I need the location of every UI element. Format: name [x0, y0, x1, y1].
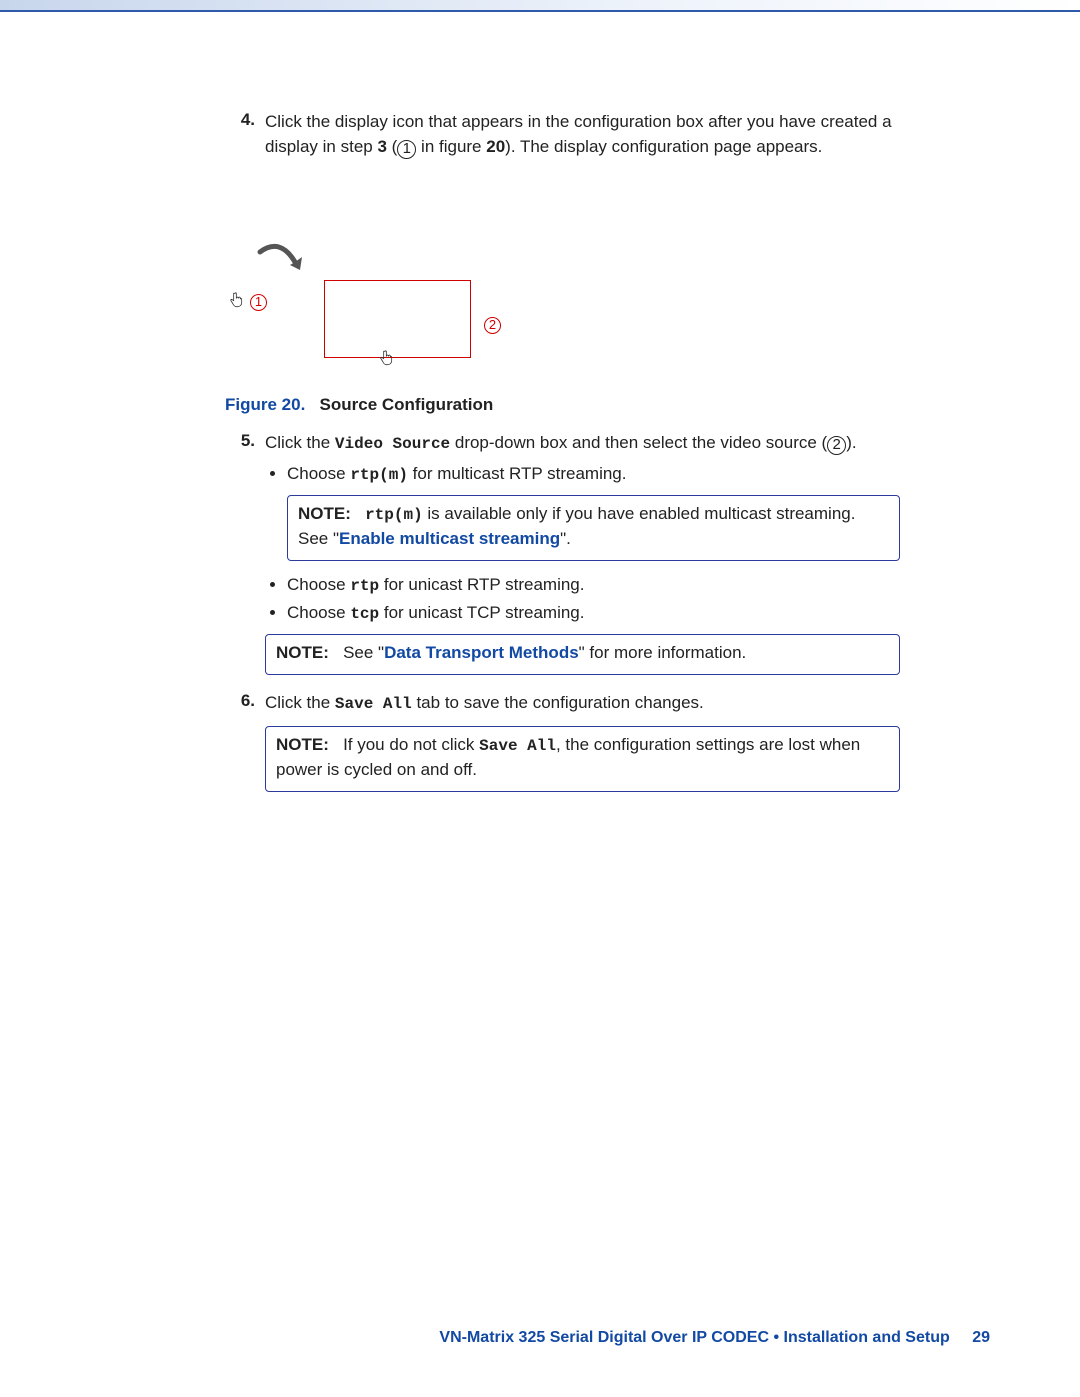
- b1-before: Choose: [287, 464, 350, 483]
- note-label-3: NOTE:: [276, 735, 329, 754]
- page-footer: VN-Matrix 325 Serial Digital Over IP COD…: [439, 1329, 990, 1347]
- note-transport: NOTE: See "Data Transport Methods" for m…: [265, 634, 900, 675]
- step-4-bold-fig: 20: [486, 137, 505, 156]
- step-4-mid: in figure: [416, 137, 486, 156]
- step-4: 4. Click the display icon that appears i…: [220, 110, 900, 159]
- callout-2: 2: [484, 317, 501, 334]
- step-6-code: Save All: [335, 695, 412, 713]
- step-5-code-1: Video Source: [335, 435, 450, 453]
- step-5-bullets: Choose rtp(m) for multicast RTP streamin…: [265, 460, 900, 489]
- note2-before: See ": [343, 643, 384, 662]
- figure-title: Source Configuration: [320, 395, 494, 414]
- step-6-text-b: tab to save the configuration changes.: [412, 693, 704, 712]
- step-4-paren: (: [387, 137, 397, 156]
- callout-1: 1: [250, 294, 267, 311]
- footer-page-number: 29: [972, 1329, 990, 1346]
- b1-after: for multicast RTP streaming.: [408, 464, 627, 483]
- step-5-number: 5.: [220, 431, 265, 684]
- b2-after: for unicast RTP streaming.: [379, 575, 584, 594]
- b3-before: Choose: [287, 603, 350, 622]
- note3-before: If you do not click: [343, 735, 479, 754]
- note2-link[interactable]: Data Transport Methods: [384, 643, 579, 662]
- step-6-body: Click the Save All tab to save the confi…: [265, 691, 900, 802]
- b3-after: for unicast TCP streaming.: [379, 603, 584, 622]
- note1-code: rtp(m): [365, 506, 423, 524]
- b2-code: rtp: [350, 577, 379, 595]
- step-4-bold-step: 3: [377, 137, 386, 156]
- b3-code: tcp: [350, 605, 379, 623]
- step-4-body: Click the display icon that appears in t…: [265, 110, 900, 159]
- step-5-mid: drop-down box and then select the video …: [450, 433, 827, 452]
- cursor-hand-icon-1: [230, 292, 244, 313]
- header-gradient: [0, 0, 1080, 10]
- step-6-number: 6.: [220, 691, 265, 802]
- note3-code: Save All: [479, 737, 556, 755]
- step-5-bullets-b: Choose rtp for unicast RTP streaming. Ch…: [265, 571, 900, 628]
- figure-red-box: [324, 280, 471, 358]
- note-label-1: NOTE:: [298, 504, 351, 523]
- bullet-tcp: Choose tcp for unicast TCP streaming.: [287, 599, 900, 628]
- circled-1-inline: 1: [397, 140, 416, 159]
- circled-2-inline: 2: [827, 436, 846, 455]
- note1-link[interactable]: Enable multicast streaming: [339, 529, 560, 548]
- bullet-rtp: Choose rtp for unicast RTP streaming.: [287, 571, 900, 600]
- cursor-hand-icon-2: [380, 350, 394, 371]
- step-5-text-a: Click the: [265, 433, 335, 452]
- note1-after: ".: [560, 529, 571, 548]
- step-6: 6. Click the Save All tab to save the co…: [220, 691, 900, 802]
- step-4-number: 4.: [220, 110, 265, 159]
- step-5-body: Click the Video Source drop-down box and…: [265, 431, 900, 684]
- figure-20: 1 2: [220, 177, 900, 387]
- b1-code: rtp(m): [350, 466, 408, 484]
- step-6-text-a: Click the: [265, 693, 335, 712]
- b2-before: Choose: [287, 575, 350, 594]
- page-content: 4. Click the display icon that appears i…: [220, 110, 900, 808]
- figure-label: Figure 20.: [225, 395, 305, 414]
- step-5: 5. Click the Video Source drop-down box …: [220, 431, 900, 684]
- note2-after: " for more information.: [579, 643, 747, 662]
- curved-arrow-icon: [250, 242, 310, 292]
- step-5-after: ).: [846, 433, 856, 452]
- note-label-2: NOTE:: [276, 643, 329, 662]
- note-rtpm: NOTE: rtp(m) is available only if you ha…: [287, 495, 900, 561]
- step-4-text-b: ). The display configuration page appear…: [505, 137, 822, 156]
- header-rule: [0, 10, 1080, 12]
- note-save-all: NOTE: If you do not click Save All, the …: [265, 726, 900, 792]
- footer-title: VN-Matrix 325 Serial Digital Over IP COD…: [439, 1329, 949, 1346]
- bullet-rtpm: Choose rtp(m) for multicast RTP streamin…: [287, 460, 900, 489]
- figure-20-caption: Figure 20. Source Configuration: [225, 395, 900, 415]
